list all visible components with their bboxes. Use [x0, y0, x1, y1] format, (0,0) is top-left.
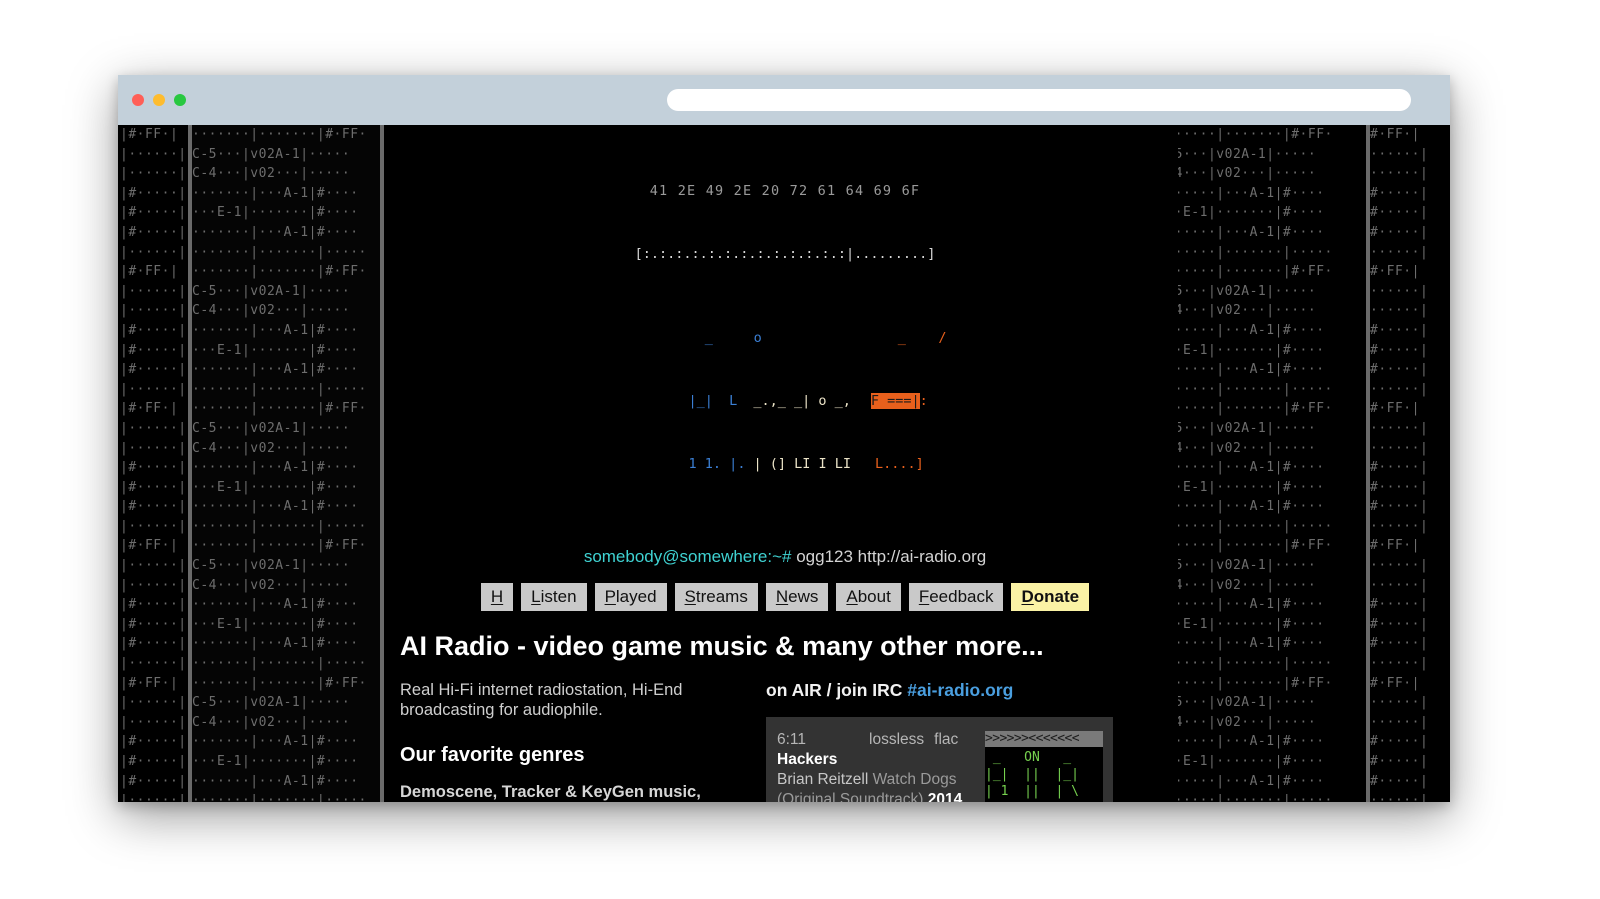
- nav-button-played[interactable]: Played: [594, 583, 667, 612]
- nav-button-feedback[interactable]: Feedback: [908, 583, 1004, 612]
- minimize-window-button[interactable]: [153, 94, 165, 106]
- genres-list: Demoscene, Tracker & KeyGen music, Video…: [400, 783, 701, 802]
- ai-radio-ascii-logo: _ o _ / |_| L _.,_ _| o _, F ===|: 1 1. |. |…: [689, 286, 947, 517]
- tracker-pattern-right-inner: ·······|·······|#·FF· C-5···|v02A-1|····…: [1158, 127, 1333, 802]
- zoom-window-button[interactable]: [174, 94, 186, 106]
- main-navigation: H Listen Played Streams News About Feedback Don…: [392, 583, 1178, 612]
- on-air-label: on AIR / join IRC: [766, 680, 903, 701]
- nav-button-h[interactable]: H: [480, 583, 514, 612]
- chevron-marquee-icon: >>>>>><<<<<<<: [985, 731, 1103, 748]
- ascii-logo-l2-highlight: F ===|: [870, 393, 920, 409]
- window-controls: [132, 94, 186, 106]
- track-artist: Brian Reitzell: [777, 771, 869, 789]
- ascii-logo-l1-blue: _ o: [688, 330, 762, 346]
- browser-titlebar: [118, 75, 1450, 125]
- nav-accesskey: H: [490, 587, 504, 606]
- ascii-logo-line-3: 1 1. |. | (] LI I LI L....]: [689, 454, 947, 475]
- ascii-logo-l3-cream: | (] LI I LI: [753, 456, 851, 472]
- ai-logo-ascii-small: _ ON _ |_| || |_| | 1 || | \: [985, 747, 1103, 802]
- track-format: flac: [934, 731, 959, 749]
- nav-accesskey: D: [1021, 587, 1034, 606]
- close-window-button[interactable]: [132, 94, 144, 106]
- nav-accesskey: L: [531, 587, 541, 606]
- hex-bytes-row: 41 2E 49 2E 20 72 61 64 69 6F: [649, 183, 921, 199]
- ascii-logo-l1-orange: _ /: [897, 330, 947, 346]
- nav-label-rest: eedback: [929, 587, 994, 606]
- track-artist-album: Brian Reitzell Watch Dogs (Original Soun…: [777, 770, 989, 802]
- ascii-logo-l2-orange-tail: :: [919, 393, 928, 409]
- ai-logo-line-1: _ ON _: [985, 750, 1079, 766]
- nav-accesskey: N: [775, 587, 789, 606]
- nav-accesskey: F: [918, 587, 930, 606]
- nav-button-streams[interactable]: Streams: [674, 583, 758, 612]
- now-playing-player[interactable]: 6:11 lossless flac Hackers Brian Reitzel…: [766, 717, 1113, 802]
- genres-heading: Our favorite genres: [400, 744, 585, 767]
- track-duration: 6:11: [777, 731, 807, 749]
- nav-accesskey: P: [604, 587, 616, 606]
- tracker-pattern-left-outer: |#·FF·| |······| |······| |#·····| |#···…: [120, 127, 187, 802]
- intro-paragraph: Real Hi-Fi internet radiostation, Hi-End…: [400, 681, 683, 720]
- page-viewport: |#·FF·| |······| |······| |#·····| |#···…: [118, 125, 1450, 802]
- main-section: AI Radio - video game music & many other…: [392, 631, 1178, 802]
- ascii-logo-line-1: _ o _ /: [689, 328, 947, 349]
- player-logo-box: >>>>>><<<<<<< _ ON _ |_| || |_| | 1 || |…: [985, 731, 1103, 802]
- nav-accesskey: S: [684, 587, 696, 606]
- ascii-logo-l2-cream: _.,_ _| o _,: [753, 393, 851, 409]
- two-column-layout: Real Hi-Fi internet radiostation, Hi-End…: [400, 680, 1178, 802]
- nav-label-rest: layed: [615, 587, 657, 606]
- ascii-logo-line-2: |_| L _.,_ _| o _, F ===|:: [689, 391, 947, 412]
- nav-label-rest: isten: [540, 587, 577, 606]
- on-air-line: on AIR / join IRC #ai-radio.org: [766, 680, 1184, 701]
- ascii-logo-l3-orange: L....]: [875, 456, 924, 472]
- address-bar-input[interactable]: [667, 89, 1411, 111]
- ascii-logo-l2-blue: |_| L: [688, 393, 738, 409]
- ascii-logo-l3-blue: 1 1. |.: [688, 456, 746, 472]
- shell-prompt-line: somebody@somewhere:~# ogg123 http://ai-r…: [392, 547, 1178, 567]
- nav-label-rest: treams: [695, 587, 748, 606]
- right-column: on AIR / join IRC #ai-radio.org 6:11 los…: [766, 680, 1184, 802]
- tracker-pattern-right-outer: #·FF·| ······| ······| #·····| #·····| #…: [1366, 125, 1450, 802]
- nav-button-about[interactable]: About: [836, 583, 901, 612]
- now-playing-info: 6:11 lossless flac Hackers Brian Reitzel…: [777, 731, 989, 802]
- nav-label-rest: onate: [1033, 587, 1080, 606]
- tracker-pattern-left-inner: ·······|·······|#·FF· C-5···|v02A-1|····…: [188, 125, 384, 802]
- page-content: 41 2E 49 2E 20 72 61 64 69 6F [:.:.:.:.:…: [392, 125, 1178, 802]
- ascii-art-header: 41 2E 49 2E 20 72 61 64 69 6F [:.:.:.:.:…: [392, 125, 1178, 538]
- ai-logo-line-3: | 1 || | \: [985, 784, 1079, 800]
- nav-accesskey: A: [846, 587, 858, 606]
- shell-prompt-command: ogg123 http://ai-radio.org: [796, 547, 987, 566]
- page-title: AI Radio - video game music & many other…: [400, 631, 1044, 662]
- nav-button-donate[interactable]: Donate: [1011, 583, 1090, 612]
- track-title: Hackers: [777, 751, 838, 769]
- shell-prompt-user: somebody@somewhere:~#: [583, 547, 792, 566]
- ai-logo-line-2: |_| || |_|: [985, 767, 1079, 783]
- nav-label-rest: bout: [857, 587, 891, 606]
- irc-channel-link[interactable]: #ai-radio.org: [907, 680, 1013, 700]
- track-quality: lossless: [869, 731, 925, 749]
- nav-button-listen[interactable]: Listen: [521, 583, 587, 612]
- progress-bar-ascii-row: [:.:.:.:.:.:.:.:.:.:.:.:.:|.........]: [634, 246, 936, 262]
- track-meta-row: 6:11 lossless flac: [777, 731, 989, 749]
- nav-button-news[interactable]: News: [765, 583, 829, 612]
- browser-window: |#·FF·| |······| |······| |#·····| |#···…: [118, 75, 1450, 802]
- left-column: Real Hi-Fi internet radiostation, Hi-End…: [400, 680, 760, 802]
- nav-label-rest: ews: [788, 587, 819, 606]
